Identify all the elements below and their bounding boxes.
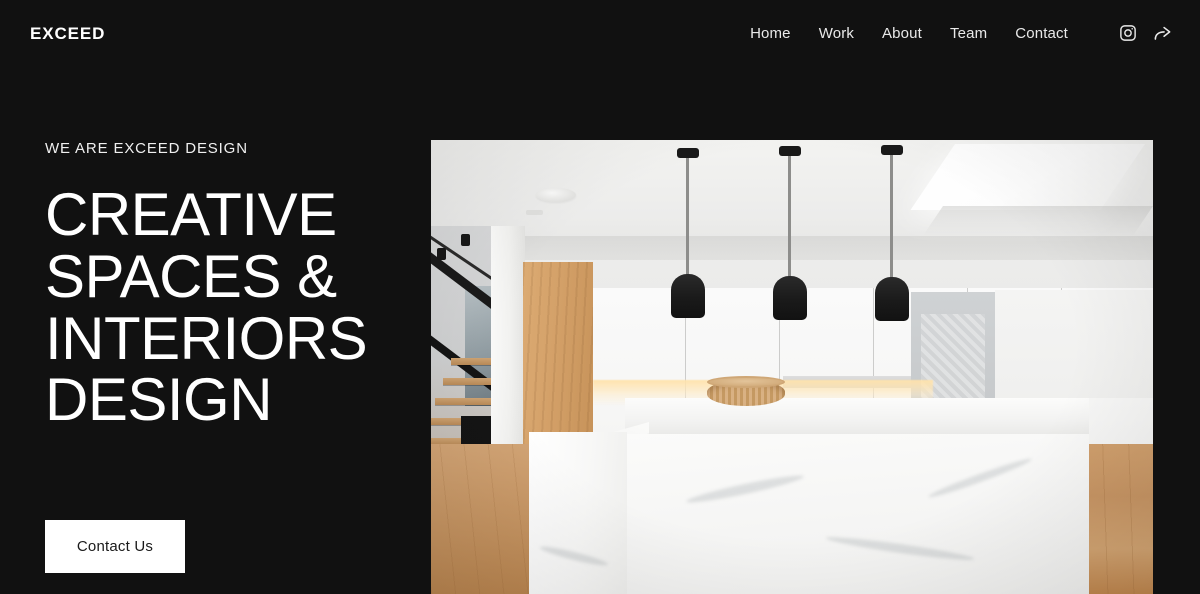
headline-line-3: INTERIORS	[45, 304, 368, 372]
kitchen-scene	[431, 140, 1153, 594]
nav-item-team[interactable]: Team	[936, 25, 1001, 42]
nav-item-home[interactable]: Home	[736, 25, 805, 42]
island-benchtop	[625, 398, 1089, 438]
site-header: EXCEED Home Work About Team Contact	[0, 0, 1200, 66]
ceiling-vent	[526, 210, 543, 215]
main-navigation: Home Work About Team Contact	[736, 23, 1172, 43]
woven-basket-rim	[707, 376, 785, 388]
hero-image-kitchen-interior	[431, 140, 1153, 594]
headline-line-1: CREATIVE	[45, 181, 337, 248]
contact-us-button[interactable]: Contact Us	[45, 520, 185, 573]
hero-headline: CREATIVE SPACES & INTERIORS DESIGN	[45, 184, 405, 431]
headline-line-4: DESIGN	[45, 366, 273, 434]
hero-kicker: WE ARE EXCEED DESIGN	[45, 140, 248, 157]
skylight-edge	[922, 206, 1153, 236]
island-front-face	[625, 434, 1089, 594]
landing-page: EXCEED Home Work About Team Contact WE A…	[0, 0, 1200, 594]
brand-logo[interactable]: EXCEED	[30, 25, 105, 42]
nav-item-work[interactable]: Work	[805, 25, 868, 42]
nav-item-contact[interactable]: Contact	[1001, 25, 1082, 42]
social-icons	[1118, 23, 1172, 43]
instagram-icon[interactable]	[1118, 23, 1138, 43]
ceiling-speaker-icon	[536, 188, 576, 202]
island-side-panel	[529, 432, 627, 594]
nav-item-about[interactable]: About	[868, 25, 936, 42]
headline-line-2: SPACES &	[45, 242, 337, 310]
kitchen-island	[529, 376, 1089, 594]
hero-text-block: WE ARE EXCEED DESIGN CREATIVE SPACES & I…	[45, 140, 405, 573]
share-arrow-icon[interactable]	[1152, 23, 1172, 43]
nav-list: Home Work About Team Contact	[736, 25, 1082, 42]
